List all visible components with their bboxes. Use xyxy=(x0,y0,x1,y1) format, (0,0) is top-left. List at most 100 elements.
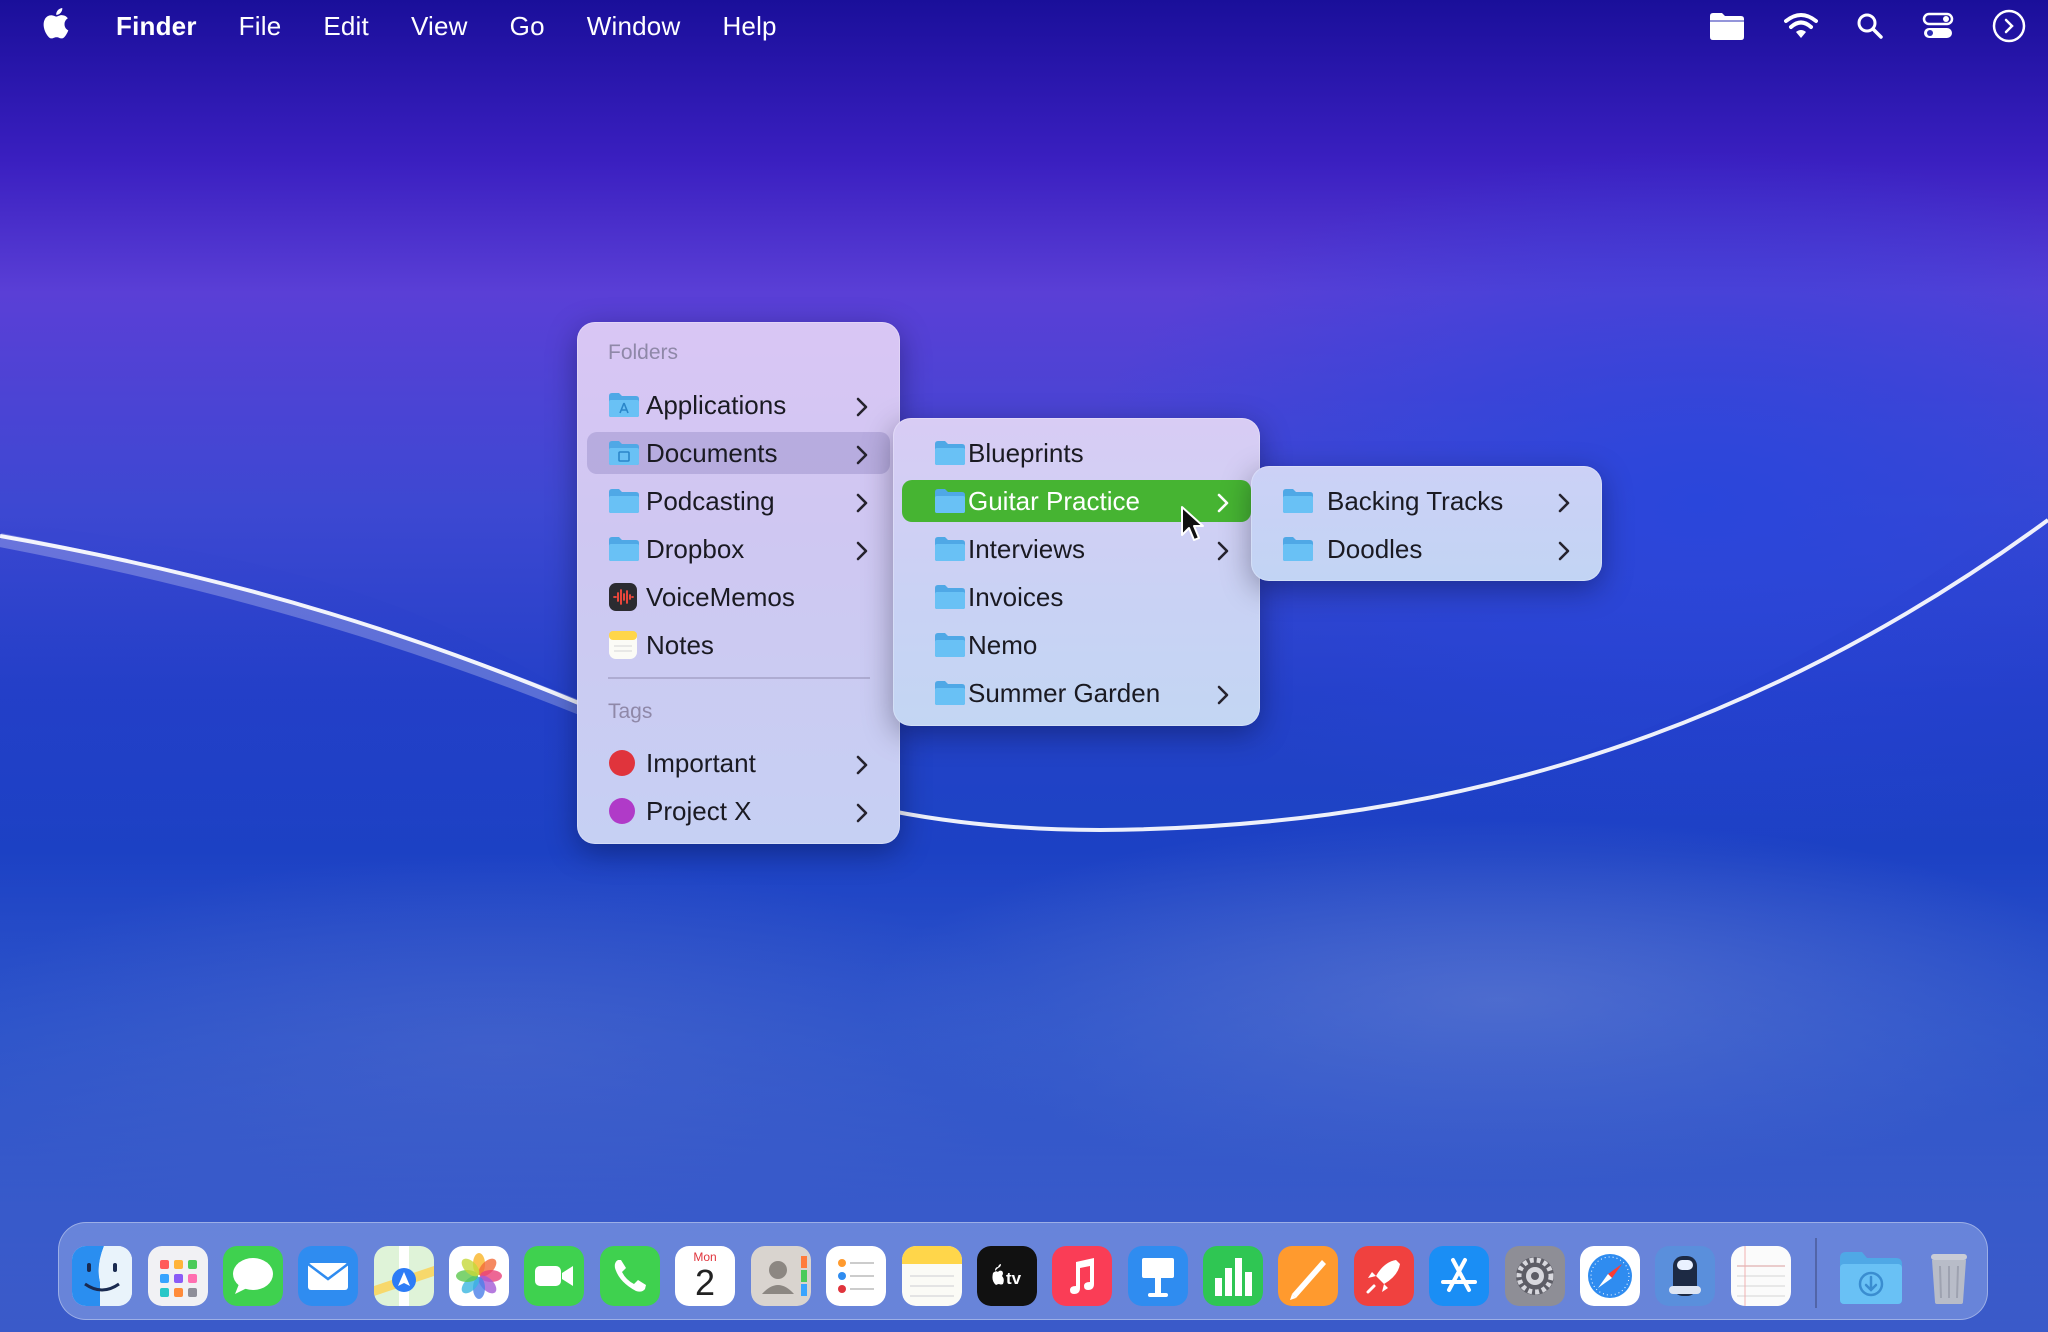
menu-item-nemo[interactable]: Nemo xyxy=(902,624,1251,666)
menu-item-podcasting[interactable]: Podcasting xyxy=(587,480,890,522)
folder-icon xyxy=(608,488,640,521)
mail-icon[interactable] xyxy=(298,1246,358,1306)
menu-item-documents[interactable]: Documents xyxy=(587,432,890,474)
folder-icon xyxy=(934,680,966,713)
menu-item-blueprints[interactable]: Blueprints xyxy=(902,432,1251,474)
textedit-icon[interactable] xyxy=(1731,1246,1791,1306)
folder-icon[interactable] xyxy=(1708,11,1746,41)
menu-item-voicememos[interactable]: VoiceMemos xyxy=(587,576,890,618)
menu-item-applications[interactable]: Applications xyxy=(587,384,890,426)
menu-item-label: Guitar Practice xyxy=(968,485,1140,516)
folder-icon xyxy=(934,584,966,617)
downloads-folder-icon[interactable] xyxy=(1838,1246,1904,1306)
control-center-icon[interactable] xyxy=(1922,12,1954,40)
app-store-icon[interactable] xyxy=(1429,1246,1489,1306)
chevron-right-icon xyxy=(855,490,869,521)
menu-item-tag-important[interactable]: Important xyxy=(587,742,890,784)
menu-item-label: Notes xyxy=(646,629,714,660)
folder-icon xyxy=(934,440,966,473)
music-icon[interactable] xyxy=(1052,1246,1112,1306)
launchpad-icon[interactable] xyxy=(148,1246,208,1306)
phone-icon[interactable] xyxy=(600,1246,660,1306)
menu-item-label: Project X xyxy=(646,795,752,826)
menu-item-label: Interviews xyxy=(968,533,1086,564)
menu-help[interactable]: Help xyxy=(722,11,776,42)
menu-item-tag-project-x[interactable]: Project X xyxy=(587,790,890,832)
chevron-right-icon xyxy=(1216,490,1230,521)
voice-memos-icon xyxy=(608,582,638,619)
folders-menu: Folders Applications Documents Podcastin… xyxy=(577,322,900,844)
menu-item-label: Podcasting xyxy=(646,485,775,516)
siri-icon[interactable] xyxy=(1992,9,2026,43)
wifi-icon[interactable] xyxy=(1784,12,1818,40)
finder-icon[interactable] xyxy=(72,1246,132,1306)
menu-item-label: Important xyxy=(646,747,756,778)
folders-header: Folders xyxy=(608,341,679,364)
folder-icon xyxy=(608,536,640,569)
menu-bar: Finder File Edit View Go Window Help xyxy=(0,0,2048,52)
menu-separator xyxy=(608,677,870,679)
folder-icon xyxy=(934,632,966,665)
keynote-icon[interactable] xyxy=(1128,1246,1188,1306)
documents-submenu: Blueprints Guitar Practice Interviews In… xyxy=(893,418,1260,726)
folder-icon xyxy=(1282,488,1314,521)
chevron-right-icon xyxy=(855,752,869,783)
script-editor-icon[interactable] xyxy=(1655,1246,1715,1306)
menu-item-label: Applications xyxy=(646,389,787,420)
mouse-cursor-icon xyxy=(1180,505,1206,548)
system-settings-icon[interactable] xyxy=(1505,1246,1565,1306)
menu-item-label: Nemo xyxy=(968,629,1038,660)
menu-item-label: Invoices xyxy=(968,581,1064,612)
contacts-icon[interactable] xyxy=(751,1246,811,1306)
chevron-right-icon xyxy=(855,538,869,569)
menu-finder[interactable]: Finder xyxy=(116,11,197,42)
rocket-typist-icon[interactable] xyxy=(1354,1246,1414,1306)
tags-header: Tags xyxy=(608,700,653,723)
tag-red-icon xyxy=(609,750,635,776)
menu-item-backing-tracks[interactable]: Backing Tracks xyxy=(1260,480,1593,522)
menu-window[interactable]: Window xyxy=(587,11,681,42)
menu-edit[interactable]: Edit xyxy=(323,11,369,42)
chevron-right-icon xyxy=(855,394,869,425)
menu-item-label: VoiceMemos xyxy=(646,581,795,612)
folder-icon xyxy=(608,440,640,473)
trash-icon[interactable] xyxy=(1919,1246,1979,1306)
guitar-practice-submenu: Backing Tracks Doodles xyxy=(1251,466,1602,581)
maps-icon[interactable] xyxy=(374,1246,434,1306)
chevron-right-icon xyxy=(1557,490,1571,521)
reminders-icon[interactable] xyxy=(826,1246,886,1306)
menu-item-doodles[interactable]: Doodles xyxy=(1260,528,1593,570)
calendar-icon[interactable]: Mon 2 xyxy=(675,1246,735,1306)
folder-icon xyxy=(934,536,966,569)
menu-item-notes[interactable]: Notes xyxy=(587,624,890,666)
apple-icon[interactable] xyxy=(40,6,70,47)
folder-icon xyxy=(934,488,966,521)
chevron-right-icon xyxy=(855,442,869,473)
notes-icon[interactable] xyxy=(902,1246,962,1306)
chevron-right-icon xyxy=(1557,538,1571,569)
safari-icon[interactable] xyxy=(1580,1246,1640,1306)
menu-item-label: Blueprints xyxy=(968,437,1084,468)
menu-item-dropbox[interactable]: Dropbox xyxy=(587,528,890,570)
menu-item-label: Backing Tracks xyxy=(1327,485,1504,516)
apple-tv-icon[interactable]: tv xyxy=(977,1246,1037,1306)
photos-icon[interactable] xyxy=(449,1246,509,1306)
chevron-right-icon xyxy=(1216,682,1230,713)
menu-item-invoices[interactable]: Invoices xyxy=(902,576,1251,618)
menu-item-label: Summer Garden xyxy=(968,677,1161,708)
menu-go[interactable]: Go xyxy=(510,11,545,42)
search-icon[interactable] xyxy=(1856,12,1884,40)
menu-view[interactable]: View xyxy=(411,11,468,42)
menu-file[interactable]: File xyxy=(239,11,282,42)
notes-icon xyxy=(608,630,638,667)
numbers-icon[interactable] xyxy=(1203,1246,1263,1306)
pages-icon[interactable] xyxy=(1278,1246,1338,1306)
menu-item-label: Doodles xyxy=(1327,533,1423,564)
facetime-icon[interactable] xyxy=(524,1246,584,1306)
menu-item-label: Dropbox xyxy=(646,533,745,564)
messages-icon[interactable] xyxy=(223,1246,283,1306)
svg-text:tv: tv xyxy=(1006,1269,1022,1288)
menu-item-summer-garden[interactable]: Summer Garden xyxy=(902,672,1251,714)
dock-separator xyxy=(1815,1238,1817,1308)
tag-purple-icon xyxy=(609,798,635,824)
